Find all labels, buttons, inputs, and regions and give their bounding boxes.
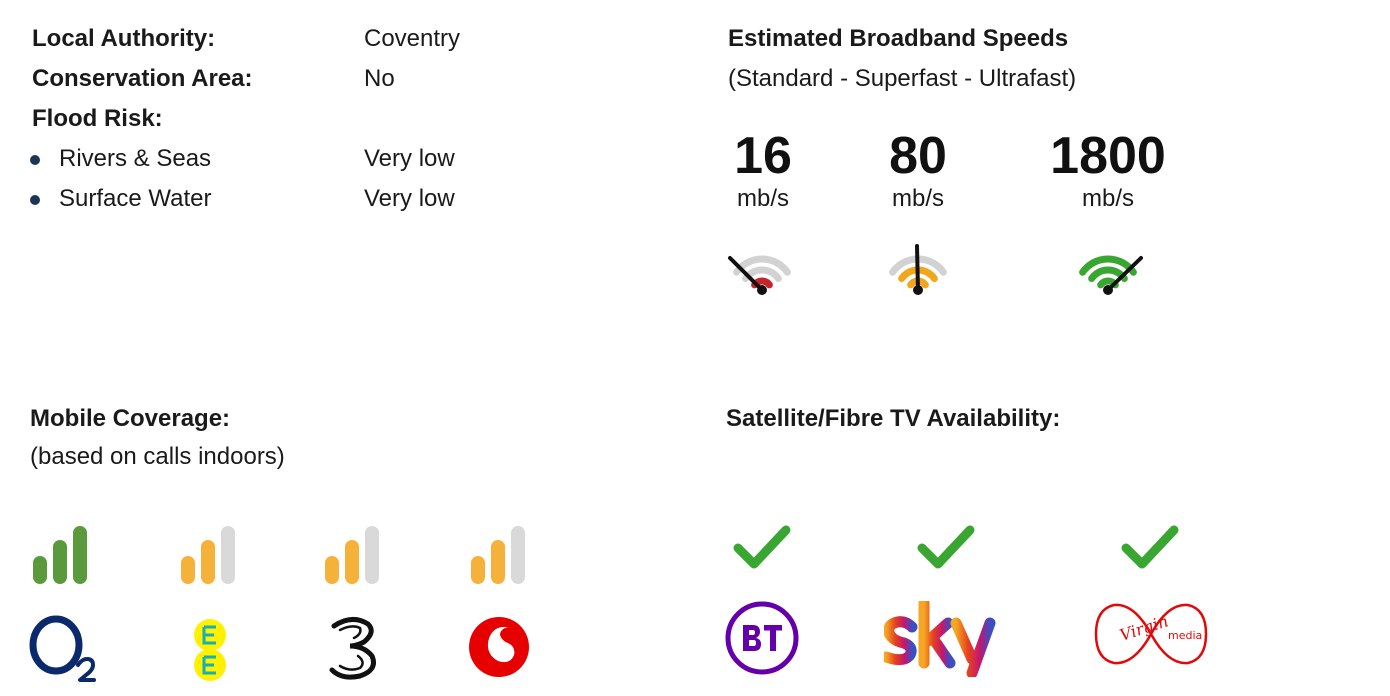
bullet-icon xyxy=(30,155,40,165)
o2-logo-icon xyxy=(28,615,98,683)
mobile-coverage-subtitle: (based on calls indoors) xyxy=(30,443,285,470)
svg-text:Virgin: Virgin xyxy=(1117,611,1170,644)
signal-bar xyxy=(181,556,195,584)
speed-unit: mb/s xyxy=(891,185,944,212)
signal-bar xyxy=(491,540,505,584)
signal-bar xyxy=(365,526,379,584)
conservation-area-label: Conservation Area: xyxy=(32,65,253,92)
speed-gauge-icon xyxy=(727,244,797,302)
signal-bar xyxy=(511,526,525,584)
check-mark xyxy=(917,525,975,569)
flood-surface-label: Surface Water xyxy=(59,185,212,212)
signal-bar xyxy=(53,540,67,584)
check-icon xyxy=(917,524,975,572)
virgin-media-logo-icon: Virgin media xyxy=(1094,601,1208,667)
conservation-area-value: No xyxy=(364,65,395,92)
check-icon xyxy=(733,524,791,572)
speed-gauge-icon xyxy=(883,244,953,302)
speed-value: 16 xyxy=(734,127,792,185)
gauge-hub xyxy=(913,285,923,295)
sky-logo-icon xyxy=(884,601,1008,677)
signal-bar xyxy=(345,540,359,584)
flood-risk-label: Flood Risk: xyxy=(32,105,163,132)
check-icon xyxy=(1121,524,1179,572)
svg-text:media: media xyxy=(1168,629,1202,642)
signal-bars-icon xyxy=(324,524,384,584)
speed-gauge-icon xyxy=(1073,244,1143,302)
vodafone-logo-icon xyxy=(468,617,532,677)
speed-superfast: 80 mb/s xyxy=(883,128,953,214)
three-logo-icon xyxy=(326,616,380,680)
signal-bar xyxy=(325,556,339,584)
local-authority-value: Coventry xyxy=(364,25,461,52)
mobile-coverage-title: Mobile Coverage: xyxy=(30,405,231,432)
check-mark xyxy=(1121,525,1179,569)
broadband-subtitle: (Standard - Superfast - Ultrafast) xyxy=(728,65,1077,92)
ee-logo-icon xyxy=(188,618,232,684)
speed-ultrafast: 1800 mb/s xyxy=(1040,128,1176,214)
signal-bars-icon xyxy=(180,524,240,584)
signal-bars-icon xyxy=(32,524,92,584)
speed-value: 80 xyxy=(889,127,947,185)
bt-logo-icon xyxy=(725,601,799,675)
gauge-needle xyxy=(915,244,920,292)
local-authority-label: Local Authority: xyxy=(32,25,216,52)
speed-unit: mb/s xyxy=(1081,185,1134,212)
signal-bars-icon xyxy=(470,524,530,584)
bullet-icon xyxy=(30,195,40,205)
signal-bar xyxy=(221,526,235,584)
speed-value: 1800 xyxy=(1050,127,1166,185)
flood-rivers-value: Very low xyxy=(364,145,455,172)
signal-bar xyxy=(33,556,47,584)
signal-bar xyxy=(471,556,485,584)
speed-unit: mb/s xyxy=(736,185,789,212)
flood-rivers-label: Rivers & Seas xyxy=(59,145,212,172)
signal-bar xyxy=(73,526,87,584)
signal-bar xyxy=(201,540,215,584)
flood-surface-value: Very low xyxy=(364,185,455,212)
tv-availability-title: Satellite/Fibre TV Availability: xyxy=(726,405,1061,432)
gauge-hub xyxy=(757,285,767,295)
speed-standard: 16 mb/s xyxy=(728,128,798,214)
gauge-hub xyxy=(1103,285,1113,295)
broadband-title: Estimated Broadband Speeds xyxy=(728,25,1069,52)
check-mark xyxy=(733,525,791,569)
